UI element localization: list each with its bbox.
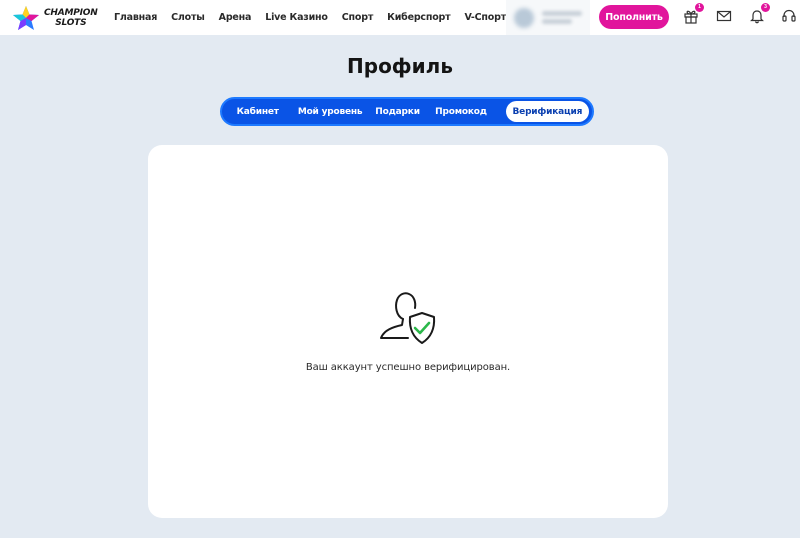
support-button[interactable] xyxy=(781,8,797,24)
mail-button[interactable] xyxy=(716,8,732,24)
main-nav: Главная Слоты Арена Live Казино Спорт Ки… xyxy=(114,0,520,35)
nav-item-arena[interactable]: Арена xyxy=(219,12,252,23)
bell-badge: 3 xyxy=(761,3,770,12)
page-title: Профиль xyxy=(347,54,453,78)
verified-user-shield-icon xyxy=(380,292,436,344)
star-logo-icon xyxy=(13,6,39,30)
tab-cabinet[interactable]: Кабинет xyxy=(225,101,290,122)
nav-item-sport[interactable]: Спорт xyxy=(342,12,374,23)
profile-tabs: Кабинет Мой уровень Подарки Промокод Вер… xyxy=(220,97,594,126)
mail-icon xyxy=(716,10,732,22)
gift-button[interactable]: 1 xyxy=(683,3,704,24)
gift-badge: 1 xyxy=(695,3,704,12)
tab-promocode[interactable]: Промокод xyxy=(425,101,496,122)
brand-name: CHAMPION SLOTS xyxy=(44,8,98,28)
notifications-button[interactable]: 3 xyxy=(749,3,770,24)
nav-item-main[interactable]: Главная xyxy=(114,12,157,23)
nav-item-v-sport[interactable]: V-Спорт xyxy=(464,12,506,23)
tab-gifts[interactable]: Подарки xyxy=(370,101,426,122)
support-headset-icon xyxy=(782,9,796,22)
user-account-menu[interactable] xyxy=(506,0,590,35)
tab-my-level[interactable]: Мой уровень xyxy=(290,101,369,122)
tab-verification[interactable]: Верификация xyxy=(505,101,589,122)
top-header: CHAMPION SLOTS Главная Слоты Арена Live … xyxy=(0,0,800,35)
brand-line1: CHAMPION xyxy=(44,8,98,18)
verification-success-message: Ваш аккаунт успешно верифицирован. xyxy=(305,362,511,373)
brand-logo[interactable]: CHAMPION SLOTS xyxy=(12,5,107,31)
user-info-redacted xyxy=(542,8,582,27)
deposit-button[interactable]: Пополнить xyxy=(599,5,669,29)
avatar xyxy=(514,7,534,28)
nav-item-slots[interactable]: Слоты xyxy=(171,12,205,23)
nav-item-live-casino[interactable]: Live Казино xyxy=(265,12,328,23)
brand-line2: SLOTS xyxy=(55,18,87,28)
nav-item-esport[interactable]: Киберспорт xyxy=(387,12,451,23)
